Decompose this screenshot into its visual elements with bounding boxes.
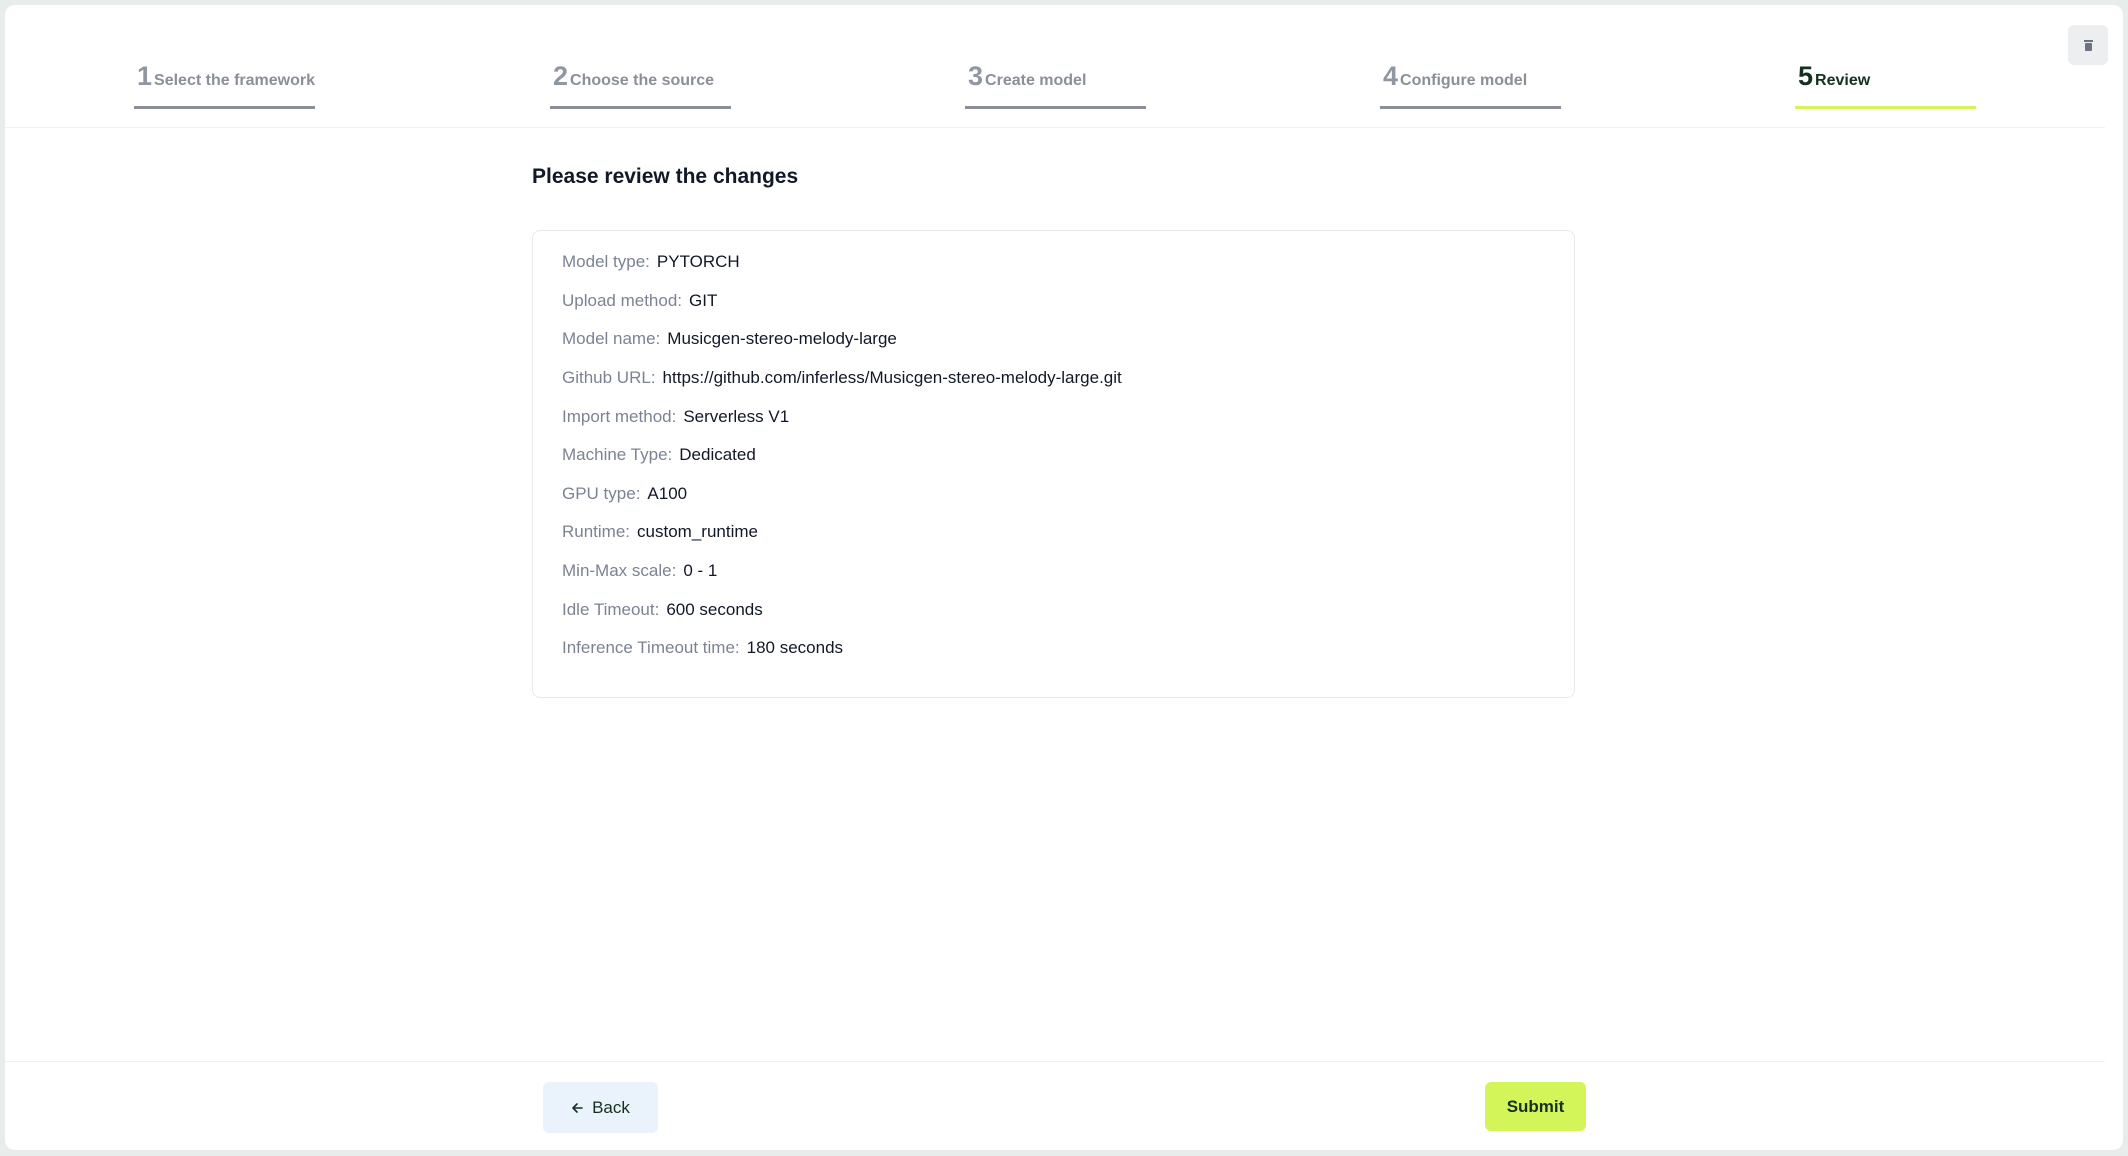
review-item: Runtime: custom_runtime (562, 513, 1122, 552)
review-item: GPU type: A100 (562, 475, 1122, 514)
step-number: 1 (137, 61, 153, 91)
review-item-label: Model name: (562, 329, 661, 349)
review-item-value: Dedicated (679, 445, 756, 465)
review-item-label: Import method: (562, 406, 677, 426)
footer-divider (5, 1061, 2105, 1062)
submit-button[interactable]: Submit (1485, 1082, 1586, 1131)
review-item: Import method: Serverless V1 (562, 397, 1122, 436)
review-item: Inference Timeout time: 180 seconds (562, 629, 1122, 668)
review-item-value: A100 (647, 483, 688, 503)
review-item-label: GPU type: (562, 483, 641, 503)
review-item-label: Min-Max scale: (562, 561, 677, 581)
step-number: 5 (1798, 61, 1814, 91)
step-label: Configure model (1400, 72, 1528, 89)
review-item-label: Upload method: (562, 290, 683, 310)
review-item-value: PYTORCH (656, 252, 740, 272)
delete-button[interactable] (2068, 25, 2108, 65)
review-item-label: Github URL: (562, 368, 656, 388)
back-button-label: Back (592, 1097, 630, 1117)
review-item-value: GIT (689, 290, 718, 310)
back-button[interactable]: Back (543, 1082, 658, 1133)
step-label: Review (1815, 72, 1871, 89)
step-number: 4 (1383, 61, 1399, 91)
review-item: Model name: Musicgen-stereo-melody-large (562, 320, 1122, 359)
page-title: Please review the changes (532, 165, 799, 188)
step-choose-source[interactable]: 2 Choose the source (550, 61, 731, 109)
review-item-label: Idle Timeout: (562, 599, 660, 619)
modal-window: 1 Select the framework 2 Choose the source… (5, 5, 2123, 1150)
review-item-label: Runtime: (562, 522, 631, 542)
review-item-value: custom_runtime (637, 522, 758, 542)
step-label: Select the framework (154, 72, 315, 89)
review-item-value: Serverless V1 (683, 406, 790, 426)
step-label: Create model (985, 72, 1087, 89)
review-item-value: 600 seconds (666, 599, 763, 619)
review-item-label: Model type: (562, 252, 650, 272)
trash-icon (2083, 39, 2093, 51)
step-create-model[interactable]: 3 Create model (965, 61, 1146, 109)
review-item-value: 180 seconds (746, 638, 844, 658)
step-review[interactable]: 5 Review (1795, 61, 1976, 109)
step-configure-model[interactable]: 4 Configure model (1380, 61, 1561, 109)
review-item-label: Machine Type: (562, 445, 673, 465)
review-item: Model type: PYTORCH (562, 243, 1122, 282)
review-item-label: Inference Timeout time: (562, 638, 740, 658)
review-item: Upload method: GIT (562, 282, 1122, 321)
review-item: Github URL: https://github.com/inferless… (562, 359, 1122, 398)
step-select-framework[interactable]: 1 Select the framework (134, 61, 315, 109)
step-label: Choose the source (570, 72, 715, 89)
arrow-left-icon (572, 1102, 583, 1113)
review-item-value: Musicgen-stereo-melody-large (667, 329, 897, 349)
review-card: Model type: PYTORCH Upload method: GIT M… (532, 230, 1575, 698)
stepper: 1 Select the framework 2 Choose the source… (5, 5, 2105, 128)
step-number: 3 (968, 61, 984, 91)
review-item: Machine Type: Dedicated (562, 436, 1122, 475)
step-number: 2 (553, 61, 569, 91)
review-item: Min-Max scale: 0 - 1 (562, 552, 1122, 591)
review-item-value: 0 - 1 (683, 561, 718, 581)
review-list: Model type: PYTORCH Upload method: GIT M… (562, 243, 1122, 668)
review-item: Idle Timeout: 600 seconds (562, 590, 1122, 629)
review-item-value: https://github.com/inferless/Musicgen-st… (662, 368, 1122, 388)
